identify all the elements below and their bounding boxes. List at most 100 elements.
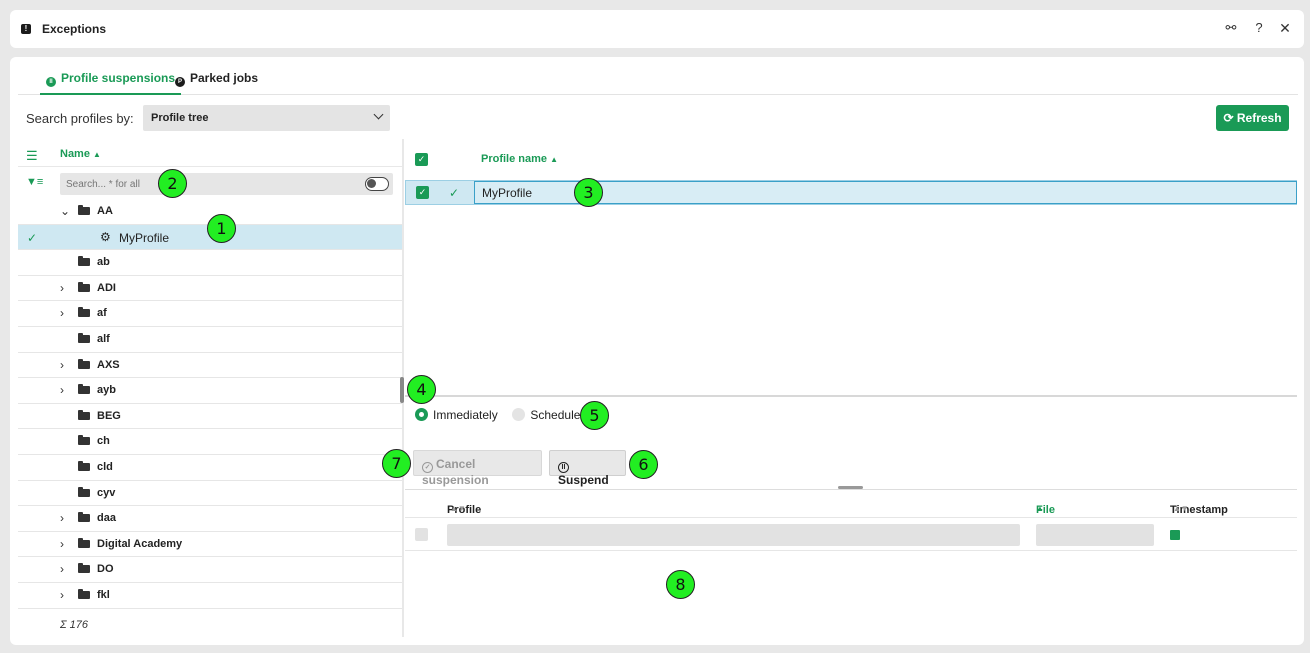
folder-icon bbox=[78, 332, 90, 343]
tree-row[interactable]: › daa bbox=[18, 506, 402, 532]
cancel-suspension-button[interactable]: ✓ Cancel suspension bbox=[413, 450, 542, 487]
folder-icon bbox=[78, 435, 90, 446]
splitter-handle[interactable] bbox=[400, 377, 404, 403]
refresh-label: Refresh bbox=[1236, 111, 1282, 125]
check-icon: ✓ bbox=[27, 230, 38, 245]
pause-icon: II bbox=[46, 77, 56, 87]
share-icon[interactable]: ⚯ bbox=[1222, 19, 1240, 37]
window-titlebar: ! Exceptions ⚯ ? ✕ bbox=[10, 10, 1304, 48]
folder-icon bbox=[78, 563, 90, 574]
tab-label: Parked jobs bbox=[190, 71, 259, 85]
tab-parked-jobs[interactable]: P Parked jobs bbox=[175, 71, 258, 95]
name-column-header[interactable]: Name ▲ bbox=[60, 148, 101, 160]
tree-item-label: ayb bbox=[97, 384, 116, 397]
tree-item-label: AA bbox=[97, 205, 113, 217]
tree-item-label: daa bbox=[97, 512, 116, 525]
tree-header: ☰ Name ▲ bbox=[18, 139, 402, 167]
suspend-button[interactable]: IISuspend bbox=[549, 450, 626, 487]
marker-6: 6 bbox=[629, 450, 658, 479]
refresh-button[interactable]: ⟳ Refresh bbox=[1216, 105, 1289, 131]
chevron-right-icon[interactable]: › bbox=[60, 537, 70, 551]
marker-1: 1 bbox=[207, 214, 236, 243]
tree-row[interactable]: ch bbox=[18, 429, 402, 455]
filter-icon[interactable]: ▼≡ bbox=[26, 176, 43, 188]
chevron-right-icon[interactable]: › bbox=[60, 383, 70, 397]
tree-item-label: MyProfile bbox=[119, 230, 170, 245]
tree-row[interactable]: cyv bbox=[18, 480, 402, 507]
tree-row[interactable]: cld bbox=[18, 454, 402, 481]
tree-row[interactable]: › AXS bbox=[18, 352, 402, 379]
check-icon: ✓ bbox=[449, 186, 460, 200]
marker-8: 8 bbox=[666, 570, 695, 599]
tree-item-label: ch bbox=[97, 435, 110, 448]
tree-search-input[interactable] bbox=[60, 173, 393, 195]
table-header: Profile ▲▼ File ▲ Timestamp ▲▼ bbox=[405, 490, 1297, 518]
profile-tree: ⌄ AA ✓ ⚙ MyProfile ab › ADI › af alf › A… bbox=[18, 199, 402, 609]
tree-row[interactable]: › af bbox=[18, 301, 402, 327]
chevron-right-icon[interactable]: › bbox=[60, 511, 70, 525]
tab-label: Profile suspensions bbox=[61, 71, 176, 85]
row-checkbox[interactable] bbox=[415, 528, 428, 541]
folder-icon bbox=[78, 205, 90, 215]
tree-row[interactable]: › ADI bbox=[18, 275, 402, 302]
tab-profile-suspensions[interactable]: II Profile suspensions bbox=[40, 71, 182, 95]
folder-icon bbox=[78, 307, 90, 318]
selected-profiles-grid: ✓ Profile name ▲ ✓ ✓ MyProfile bbox=[405, 142, 1297, 397]
select-all-checkbox[interactable]: ✓ bbox=[415, 153, 428, 166]
timing-options: Immediately Scheduled bbox=[415, 408, 587, 424]
suspensions-table: Profile ▲▼ File ▲ Timestamp ▲▼ bbox=[405, 489, 1297, 639]
menu-icon[interactable]: ☰ bbox=[26, 148, 38, 164]
calendar-icon[interactable] bbox=[1170, 530, 1180, 540]
tree-item-label: cyv bbox=[97, 486, 116, 499]
exceptions-icon: ! bbox=[21, 24, 31, 34]
check-circle-icon: ✓ bbox=[422, 462, 433, 473]
tree-row[interactable]: alf bbox=[18, 326, 402, 353]
pause-icon: II bbox=[558, 462, 569, 473]
chevron-right-icon[interactable]: › bbox=[60, 306, 70, 320]
folder-icon bbox=[78, 537, 90, 548]
chevron-right-icon[interactable]: › bbox=[60, 358, 70, 372]
folder-icon bbox=[78, 588, 90, 599]
select-value: Profile tree bbox=[151, 112, 209, 124]
marker-7: 7 bbox=[382, 449, 411, 478]
chevron-right-icon[interactable]: › bbox=[60, 281, 70, 295]
folder-icon bbox=[78, 409, 90, 420]
tree-row[interactable]: › DO bbox=[18, 557, 402, 583]
chevron-right-icon[interactable]: › bbox=[60, 588, 70, 602]
row-checkbox[interactable]: ✓ bbox=[416, 186, 429, 199]
folder-icon bbox=[78, 486, 90, 497]
file-placeholder bbox=[1036, 524, 1154, 546]
chevron-down-icon bbox=[373, 109, 384, 120]
scheduled-label: Scheduled bbox=[530, 408, 588, 422]
search-by-select[interactable]: Profile tree bbox=[143, 105, 390, 131]
chevron-right-icon[interactable]: › bbox=[60, 562, 70, 576]
tree-item-label: cld bbox=[97, 460, 113, 473]
folder-icon bbox=[78, 358, 90, 369]
tree-row[interactable]: ab bbox=[18, 250, 402, 276]
tree-item-label: BEG bbox=[97, 409, 121, 422]
search-toggle[interactable] bbox=[365, 177, 389, 191]
profile-name-column-header[interactable]: Profile name ▲ bbox=[481, 153, 558, 165]
window-title: Exceptions bbox=[42, 22, 107, 36]
folder-icon bbox=[78, 281, 90, 292]
selected-profile-row[interactable]: ✓ ✓ MyProfile bbox=[405, 180, 1297, 205]
tree-item-label: fkl bbox=[97, 588, 110, 601]
suspend-label: Suspend bbox=[558, 473, 609, 487]
scheduled-radio[interactable] bbox=[512, 408, 526, 421]
marker-2: 2 bbox=[158, 169, 187, 198]
tree-item-label: ab bbox=[97, 256, 110, 269]
tree-row[interactable]: › Digital Academy bbox=[18, 531, 402, 558]
table-row bbox=[405, 519, 1297, 551]
close-button[interactable]: ✕ bbox=[1276, 19, 1294, 37]
chevron-down-icon[interactable]: ⌄ bbox=[60, 204, 70, 218]
parked-icon: P bbox=[175, 77, 185, 87]
tree-row[interactable]: › ayb bbox=[18, 378, 402, 404]
immediately-radio[interactable] bbox=[415, 408, 428, 421]
marker-4: 4 bbox=[407, 375, 436, 404]
tree-row[interactable]: BEG bbox=[18, 403, 402, 430]
folder-icon bbox=[78, 384, 90, 395]
help-button[interactable]: ? bbox=[1250, 19, 1268, 37]
tree-row[interactable]: › fkl bbox=[18, 582, 402, 609]
refresh-icon: ⟳ bbox=[1223, 111, 1234, 125]
tree-count: Σ 176 bbox=[60, 619, 89, 631]
